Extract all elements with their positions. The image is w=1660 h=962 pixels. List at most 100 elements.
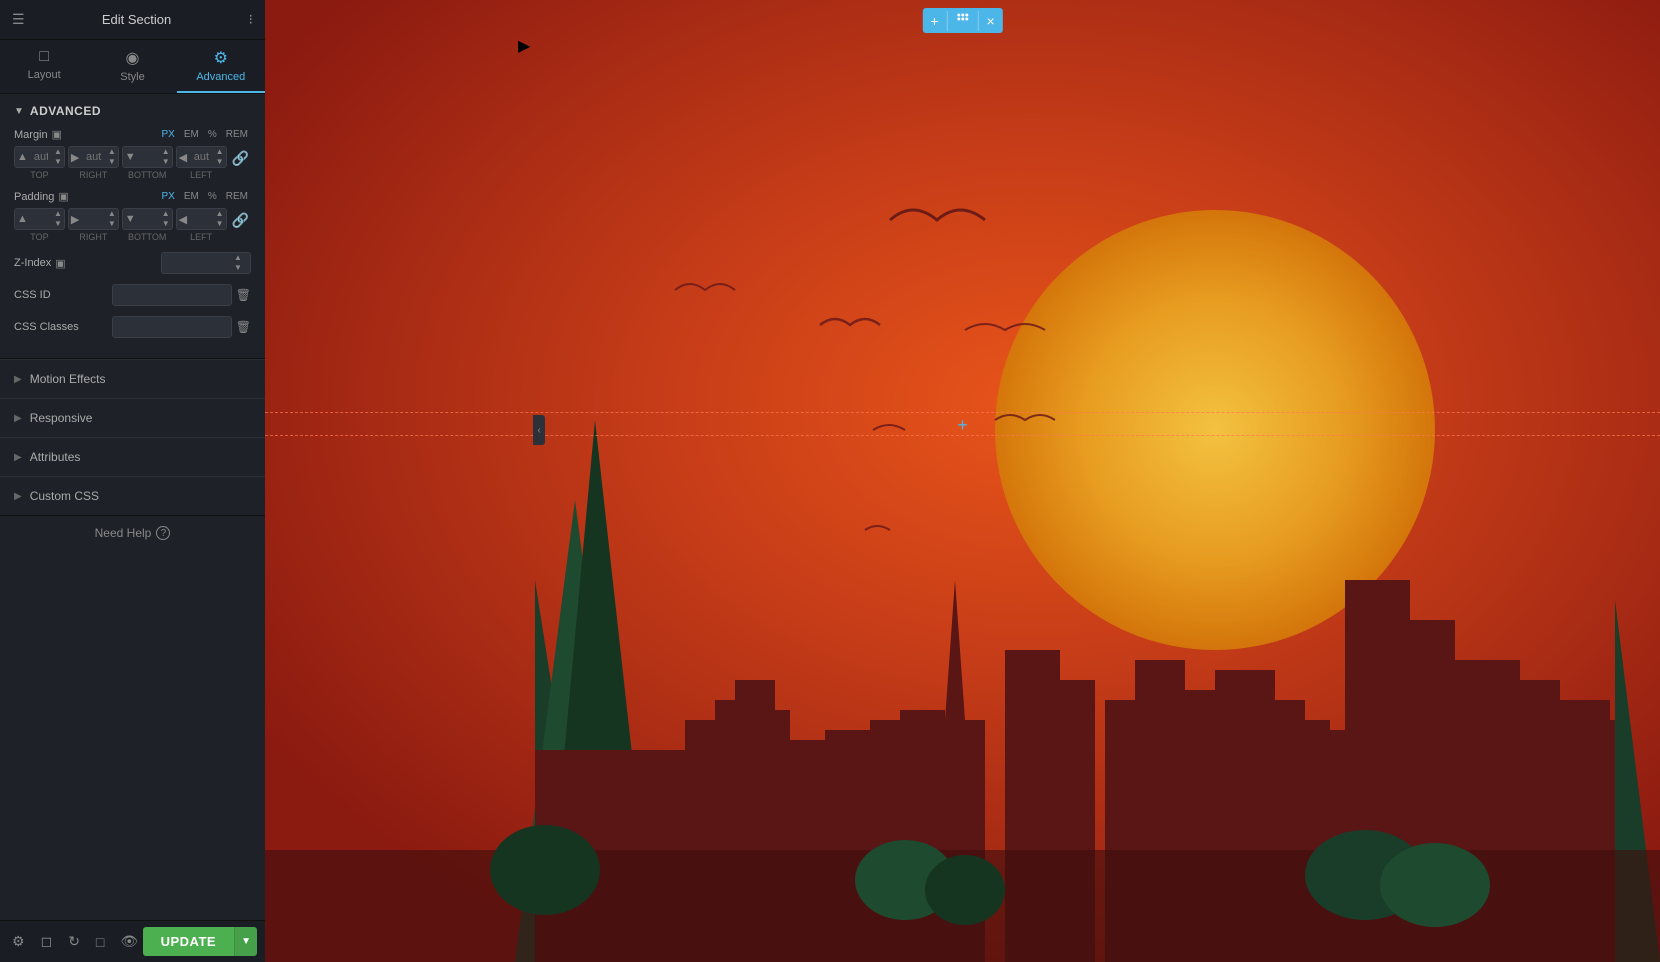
advanced-section-title: Advanced xyxy=(30,104,101,118)
margin-bottom-arrow-icon: ▼ xyxy=(123,151,138,163)
css-id-trash-button[interactable]: 🗑 xyxy=(236,288,251,302)
margin-left-input[interactable] xyxy=(189,147,214,167)
margin-right-down[interactable]: ▼ xyxy=(106,157,118,167)
tab-layout[interactable]: □ Layout xyxy=(0,40,88,93)
sidebar: ☰ Edit Section ⁝ □ Layout ◉ Style ⚙ Adva… xyxy=(0,0,265,962)
z-index-down[interactable]: ▼ xyxy=(232,263,244,273)
padding-right-down[interactable]: ▼ xyxy=(106,219,118,229)
padding-left-up[interactable]: ▲ xyxy=(214,209,226,219)
z-index-up[interactable]: ▲ xyxy=(232,253,244,263)
margin-right-label: RIGHT xyxy=(79,170,107,180)
margin-label: Margin ▣ xyxy=(14,128,62,141)
advanced-panel: ▼ Advanced Margin ▣ PX EM % xyxy=(0,94,265,359)
padding-unit-switcher: PX EM % REM xyxy=(159,190,251,203)
layers-icon[interactable]: ◻ xyxy=(37,929,57,954)
margin-link-button[interactable]: 🔗 xyxy=(230,148,251,169)
margin-left-up[interactable]: ▲ xyxy=(214,147,226,157)
margin-bottom-up[interactable]: ▲ xyxy=(160,147,172,157)
margin-unit-px[interactable]: PX xyxy=(159,128,178,141)
padding-left-down[interactable]: ▼ xyxy=(214,219,226,229)
history-icon[interactable]: ↻ xyxy=(64,929,84,954)
margin-field: Margin ▣ PX EM % REM ▲ xyxy=(14,128,251,180)
grid-icon[interactable]: ⁝ xyxy=(249,11,253,28)
padding-monitor-icon: ▣ xyxy=(58,190,68,203)
responsive-mode-icon[interactable]: □ xyxy=(92,930,108,954)
custom-css-header[interactable]: ▶ Custom CSS xyxy=(0,477,265,515)
padding-left-input[interactable] xyxy=(189,209,214,229)
margin-bottom-wrapper: ▼ ▲ ▼ xyxy=(122,146,173,168)
z-index-monitor-icon: ▣ xyxy=(55,257,65,270)
section-boundary-top xyxy=(265,412,1660,413)
margin-top-up[interactable]: ▲ xyxy=(52,147,64,157)
margin-right-input[interactable] xyxy=(81,147,106,167)
attributes-header[interactable]: ▶ Attributes xyxy=(0,438,265,476)
section-toolbar: + × xyxy=(922,8,1002,33)
margin-top-input[interactable] xyxy=(30,147,52,167)
padding-inputs: ▲ ▲ ▼ TOP ▶ xyxy=(14,208,251,242)
section-add-button[interactable]: + xyxy=(922,9,946,33)
css-classes-trash-button[interactable]: 🗑 xyxy=(236,320,251,334)
motion-effects-header[interactable]: ▶ Motion Effects xyxy=(0,360,265,398)
tab-advanced-label: Advanced xyxy=(196,71,245,83)
tab-style-label: Style xyxy=(120,71,144,83)
padding-label: Padding ▣ xyxy=(14,190,69,203)
padding-unit-px[interactable]: PX xyxy=(159,190,178,203)
margin-bottom-input[interactable] xyxy=(138,147,160,167)
panel-collapse-handle[interactable]: ‹ xyxy=(533,415,545,445)
padding-top-down[interactable]: ▼ xyxy=(52,219,64,229)
responsive-section: ▶ Responsive xyxy=(0,398,265,437)
padding-bottom-down[interactable]: ▼ xyxy=(160,219,172,229)
margin-right-arrow-icon: ▶ xyxy=(69,151,81,164)
padding-bottom-up[interactable]: ▲ xyxy=(160,209,172,219)
padding-top-group: ▲ ▲ ▼ TOP xyxy=(14,208,65,242)
z-index-input[interactable] xyxy=(162,253,232,273)
attributes-label: Attributes xyxy=(30,450,81,464)
advanced-section-header[interactable]: ▼ Advanced xyxy=(14,104,251,118)
update-dropdown-button[interactable]: ▼ xyxy=(234,927,257,956)
responsive-label: Responsive xyxy=(30,411,93,425)
padding-top-label: TOP xyxy=(30,232,48,242)
tab-style[interactable]: ◉ Style xyxy=(88,40,176,93)
padding-top-input[interactable] xyxy=(30,209,52,229)
padding-bottom-input[interactable] xyxy=(138,209,160,229)
padding-right-up[interactable]: ▲ xyxy=(106,209,118,219)
css-classes-input[interactable] xyxy=(112,316,232,338)
need-help-row[interactable]: Need Help ? xyxy=(0,515,265,550)
tab-advanced[interactable]: ⚙ Advanced xyxy=(177,40,265,93)
margin-top-down[interactable]: ▼ xyxy=(52,157,64,167)
margin-unit-percent[interactable]: % xyxy=(205,128,220,141)
section-center-add-icon[interactable]: + xyxy=(957,415,968,436)
margin-left-label: LEFT xyxy=(190,170,212,180)
footer-icons: ⚙ ◻ ↻ □ 👁 xyxy=(8,929,142,954)
update-button-wrapper: UPDATE ▼ xyxy=(143,927,257,956)
margin-right-up[interactable]: ▲ xyxy=(106,147,118,157)
custom-css-chevron-icon: ▶ xyxy=(14,491,22,502)
padding-link-button[interactable]: 🔗 xyxy=(230,210,251,231)
layout-icon: □ xyxy=(39,48,49,66)
padding-unit-em[interactable]: EM xyxy=(181,190,202,203)
menu-icon[interactable]: ☰ xyxy=(12,11,25,28)
style-icon: ◉ xyxy=(126,48,140,68)
margin-left-down[interactable]: ▼ xyxy=(214,157,226,167)
motion-effects-label: Motion Effects xyxy=(30,372,106,386)
canvas-illustration xyxy=(265,0,1660,962)
section-close-button[interactable]: × xyxy=(979,9,1003,33)
settings-icon[interactable]: ⚙ xyxy=(8,929,29,954)
padding-left-wrapper: ◀ ▲ ▼ xyxy=(176,208,227,230)
update-button[interactable]: UPDATE xyxy=(143,927,234,956)
padding-top-up[interactable]: ▲ xyxy=(52,209,64,219)
z-index-row: Z-Index ▣ ▲ ▼ xyxy=(14,252,251,274)
margin-unit-em[interactable]: EM xyxy=(181,128,202,141)
margin-unit-rem[interactable]: REM xyxy=(223,128,251,141)
margin-bottom-down[interactable]: ▼ xyxy=(160,157,172,167)
css-id-input[interactable] xyxy=(112,284,232,306)
padding-unit-rem[interactable]: REM xyxy=(223,190,251,203)
padding-unit-percent[interactable]: % xyxy=(205,190,220,203)
preview-icon[interactable]: 👁 xyxy=(116,929,142,954)
move-icon xyxy=(956,12,970,26)
section-move-button[interactable] xyxy=(948,8,978,33)
custom-css-section: ▶ Custom CSS xyxy=(0,476,265,515)
padding-bottom-wrapper: ▼ ▲ ▼ xyxy=(122,208,173,230)
padding-right-input[interactable] xyxy=(81,209,106,229)
responsive-header[interactable]: ▶ Responsive xyxy=(0,399,265,437)
